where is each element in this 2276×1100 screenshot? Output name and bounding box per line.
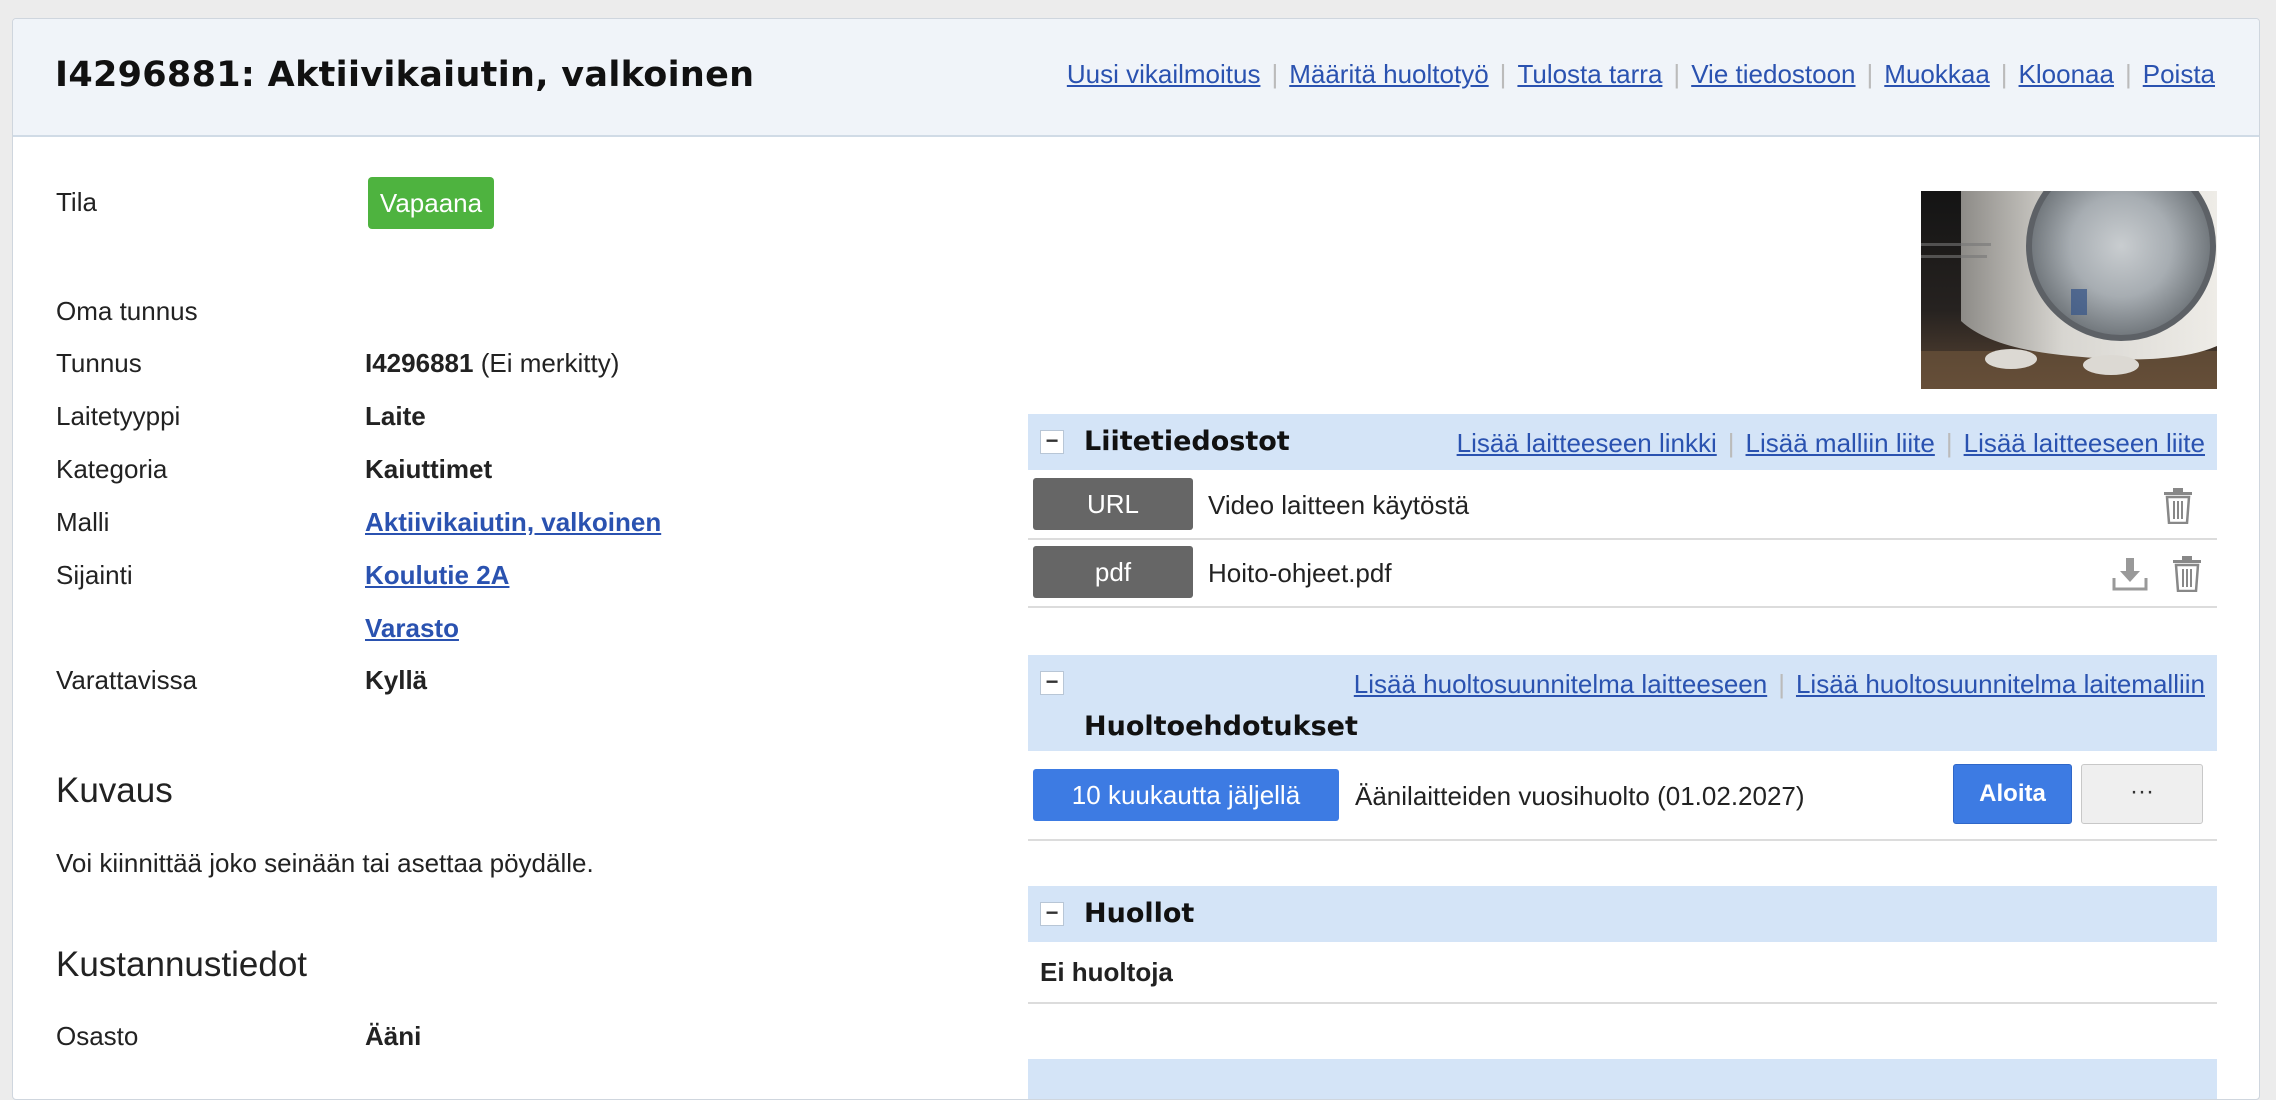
add-plan-to-device-link[interactable]: Lisää huoltosuunnitelma laitteeseen [1354,669,1767,699]
attachments-actions: Lisää laitteeseen linkki | Lisää malliin l… [1457,428,2205,459]
reservable-value: Kyllä [365,665,428,695]
next-section-header [1028,1059,2217,1099]
maintenance-plans-title: Huoltoehdotukset [1084,711,1358,742]
category-value: Kaiuttimet [365,454,493,484]
location-label: Sijainti [56,560,133,590]
device-type-label: Laitetyyppi [56,401,181,431]
id-label: Tunnus [56,348,142,378]
add-plan-to-model-link[interactable]: Lisää huoltosuunnitelma laitemalliin [1796,669,2205,699]
maintenance-plans-header: − Lisää huoltosuunnitelma laitteeseen | Li… [1028,655,2217,751]
attachments-title: Liitetiedostot [1084,426,1290,457]
separator: | [1673,59,1681,89]
status-label: Tila [56,187,97,217]
separator: | [1727,428,1735,458]
attachment-type-badge: pdf [1033,546,1193,598]
trash-icon[interactable] [2161,488,2195,524]
department-label: Osasto [56,1021,139,1051]
attachment-name-link[interactable]: Video laitteen käytöstä [1208,490,1469,521]
device-photo[interactable] [1921,191,2217,389]
start-button[interactable]: Aloita [1953,764,2072,824]
location-value-2: Varasto [365,613,459,644]
print-label-link[interactable]: Tulosta tarra [1517,59,1662,89]
device-type-value: Laite [365,401,426,431]
separator: | [1945,428,1953,458]
id-note: (Ei merkitty) [480,348,620,378]
attachment-row: pdf Hoito-ohjeet.pdf [1028,540,2217,608]
separator: | [2000,59,2008,89]
status-badge: Vapaana [368,177,494,229]
separator: | [1866,59,1874,89]
download-icon[interactable] [2112,556,2148,592]
no-maintenances-text: Ei huoltoja [1040,957,1173,987]
separator: | [1271,59,1279,89]
header-actions: Uusi vikailmoitus | Määritä huoltotyö | Tulo… [1067,59,2215,90]
more-options-button[interactable]: ··· [2081,764,2203,824]
attachments-header: − Liitetiedostot Lisää laitteeseen linkk… [1028,414,2217,470]
maintenance-plan-row: 10 kuukautta jäljellä Äänilaitteiden vuo… [1028,751,2217,841]
clone-link[interactable]: Kloonaa [2019,59,2114,89]
collapse-maintenances-button[interactable]: − [1040,902,1064,926]
maintenances-title: Huollot [1084,898,1195,929]
location-link[interactable]: Koulutie 2A [365,560,509,590]
location-value: Koulutie 2A [365,560,509,591]
separator: | [1778,669,1785,699]
reservable-label: Varattavissa [56,665,198,695]
cost-info-heading: Kustannustiedot [56,945,308,984]
page-title: I4296881: Aktiivikaiutin, valkoinen [55,55,755,95]
collapse-attachments-button[interactable]: − [1040,430,1064,454]
add-device-link-link[interactable]: Lisää laitteeseen linkki [1457,428,1717,458]
attachment-row: URL Video laitteen käytöstä [1028,470,2217,540]
id-value: I4296881 (Ei merkitty) [365,348,619,379]
description-text: Voi kiinnittää joko seinään tai asettaa … [56,848,594,878]
remaining-time-badge: 10 kuukautta jäljellä [1033,769,1339,821]
own-id-label: Oma tunnus [56,296,198,326]
trash-icon[interactable] [2170,556,2204,592]
collapse-maintenance-plans-button[interactable]: − [1040,671,1064,695]
description-heading: Kuvaus [56,771,173,810]
page-header: I4296881: Aktiivikaiutin, valkoinen Uusi… [13,19,2259,137]
assign-maintenance-link[interactable]: Määritä huoltotyö [1289,59,1488,89]
attachment-name-link[interactable]: Hoito-ohjeet.pdf [1208,558,1392,589]
new-fault-report-link[interactable]: Uusi vikailmoitus [1067,59,1261,89]
department-value: Ääni [365,1021,422,1051]
separator: | [2124,59,2132,89]
id-number: I4296881 [365,348,474,378]
maintenances-empty-row: Ei huoltoja [1028,942,2217,1004]
add-device-attachment-link[interactable]: Lisää laitteeseen liite [1964,428,2205,458]
model-value: Aktiivikaiutin, valkoinen [365,507,661,538]
maintenances-header: − Huollot [1028,886,2217,942]
delete-link[interactable]: Poista [2143,59,2215,89]
attachment-type-badge: URL [1033,478,1193,530]
device-panel: I4296881: Aktiivikaiutin, valkoinen Uusi… [12,18,2260,1100]
edit-link[interactable]: Muokkaa [1884,59,1990,89]
add-model-attachment-link[interactable]: Lisää malliin liite [1746,428,1935,458]
speaker-photo [1921,191,2217,389]
storage-link[interactable]: Varasto [365,613,459,643]
maintenance-plans-actions: Lisää huoltosuunnitelma laitteeseen | Lisä… [1354,669,2205,700]
model-label: Malli [56,507,110,537]
category-label: Kategoria [56,454,168,484]
separator: | [1499,59,1507,89]
model-link[interactable]: Aktiivikaiutin, valkoinen [365,507,661,537]
export-link[interactable]: Vie tiedostoon [1691,59,1855,89]
maintenance-plan-name: Äänilaitteiden vuosihuolto (01.02.2027) [1355,781,1805,811]
